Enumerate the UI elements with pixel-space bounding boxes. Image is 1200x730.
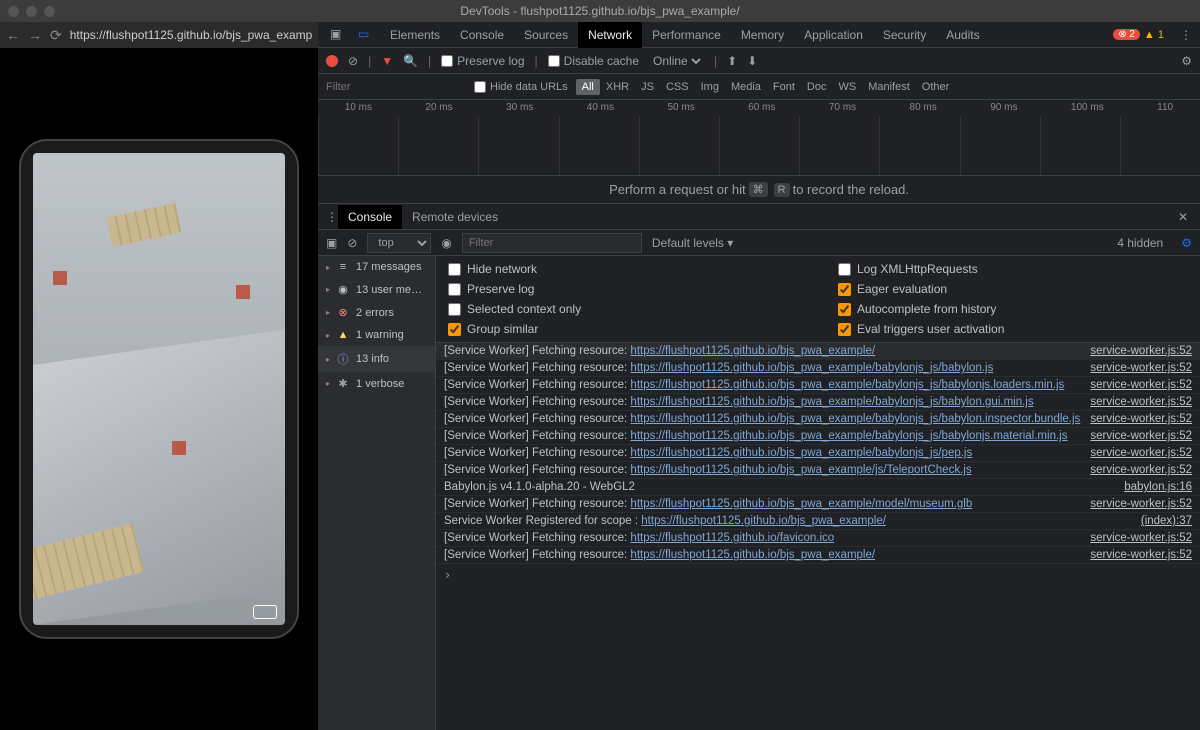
devtools-tabs: ▣ ▭ ElementsConsoleSourcesNetworkPerform…	[318, 22, 1200, 48]
search-icon[interactable]: 🔍	[403, 54, 418, 68]
console-settings-panel: Hide network Log XMLHttpRequests Preserv…	[436, 256, 1200, 343]
log-row[interactable]: [Service Worker] Fetching resource: http…	[436, 411, 1200, 428]
hide-data-urls-checkbox[interactable]: Hide data URLs	[474, 81, 568, 93]
window-controls[interactable]	[8, 6, 55, 17]
autocomplete-checkbox[interactable]: Autocomplete from history	[838, 302, 1188, 316]
more-icon[interactable]: ⋮	[1172, 28, 1200, 42]
filter-type-img[interactable]: Img	[695, 79, 725, 95]
preserve-log-console-checkbox[interactable]: Preserve log	[448, 282, 798, 296]
vr-icon[interactable]	[253, 605, 277, 619]
preserve-log-checkbox[interactable]: Preserve log	[441, 54, 524, 68]
clear-console-icon[interactable]: ⊘	[347, 236, 357, 250]
log-levels-select[interactable]: Default levels ▾	[652, 236, 733, 250]
device-frame	[19, 139, 299, 639]
window-title: DevTools - flushpot1125.github.io/bjs_pw…	[460, 4, 739, 18]
clear-icon[interactable]: ⊘	[348, 54, 358, 68]
filter-type-js[interactable]: JS	[635, 79, 660, 95]
address-bar[interactable]: https://flushpot1125.github.io/bjs_pwa_e…	[70, 28, 312, 42]
sidebar-item[interactable]: ▸◉13 user me…	[318, 278, 435, 301]
context-select[interactable]: top	[367, 233, 431, 253]
tab-performance[interactable]: Performance	[642, 22, 731, 48]
eager-eval-checkbox[interactable]: Eager evaluation	[838, 282, 1188, 296]
filter-type-doc[interactable]: Doc	[801, 79, 833, 95]
log-row[interactable]: [Service Worker] Fetching resource: http…	[436, 394, 1200, 411]
back-icon[interactable]: ←	[6, 27, 20, 43]
log-row[interactable]: [Service Worker] Fetching resource: http…	[436, 462, 1200, 479]
filter-type-manifest[interactable]: Manifest	[862, 79, 916, 95]
log-row[interactable]: [Service Worker] Fetching resource: http…	[436, 377, 1200, 394]
log-row[interactable]: [Service Worker] Fetching resource: http…	[436, 496, 1200, 513]
log-row[interactable]: [Service Worker] Fetching resource: http…	[436, 530, 1200, 547]
filter-type-ws[interactable]: WS	[832, 79, 862, 95]
log-row[interactable]: [Service Worker] Fetching resource: http…	[436, 547, 1200, 564]
group-similar-checkbox[interactable]: Group similar	[448, 322, 798, 336]
tab-console[interactable]: Console	[450, 22, 514, 48]
log-row[interactable]: [Service Worker] Fetching resource: http…	[436, 445, 1200, 462]
reload-icon[interactable]: ⟳	[50, 27, 62, 44]
tab-elements[interactable]: Elements	[380, 22, 450, 48]
settings-icon[interactable]: ⚙	[1181, 54, 1192, 68]
sidebar-item[interactable]: ▸ⓘ13 info	[318, 346, 435, 372]
error-badge[interactable]: ⊗ 2	[1113, 29, 1140, 40]
console-filter-input[interactable]	[462, 233, 642, 253]
drawer-tabs: ⋮ ConsoleRemote devices ✕	[318, 204, 1200, 230]
tab-application[interactable]: Application	[794, 22, 873, 48]
warning-badge[interactable]: ▲ 1	[1144, 29, 1164, 41]
console-toolbar: ▣ ⊘ top ◉ Default levels ▾ 4 hidden ⚙	[318, 230, 1200, 256]
tab-memory[interactable]: Memory	[731, 22, 794, 48]
upload-icon[interactable]: ⬆	[727, 54, 737, 68]
device-toggle-icon[interactable]: ▭	[358, 27, 374, 43]
sidebar-item[interactable]: ▸≡17 messages	[318, 256, 435, 278]
console-settings-icon[interactable]: ⚙	[1181, 236, 1192, 250]
drawer-more-icon[interactable]: ⋮	[326, 210, 338, 224]
sidebar-item[interactable]: ▸▲1 warning	[318, 324, 435, 346]
log-row[interactable]: [Service Worker] Fetching resource: http…	[436, 360, 1200, 377]
filter-toggle-icon[interactable]: ▼	[381, 54, 393, 68]
log-row[interactable]: [Service Worker] Fetching resource: http…	[436, 343, 1200, 360]
sidebar-item[interactable]: ▸✱1 verbose	[318, 372, 435, 395]
forward-icon[interactable]: →	[28, 27, 42, 43]
close-icon[interactable]: ✕	[1174, 210, 1192, 224]
log-row[interactable]: [Service Worker] Fetching resource: http…	[436, 428, 1200, 445]
download-icon[interactable]: ⬇	[747, 54, 757, 68]
timeline[interactable]: 10 ms20 ms30 ms40 ms50 ms60 ms70 ms80 ms…	[318, 100, 1200, 176]
filter-type-media[interactable]: Media	[725, 79, 767, 95]
record-icon[interactable]	[326, 55, 338, 67]
title-bar: DevTools - flushpot1125.github.io/bjs_pw…	[0, 0, 1200, 22]
log-xhr-checkbox[interactable]: Log XMLHttpRequests	[838, 262, 1188, 276]
tab-sources[interactable]: Sources	[514, 22, 578, 48]
live-expr-icon[interactable]: ◉	[441, 236, 451, 250]
empty-state: Perform a request or hit ⌘R to record th…	[318, 176, 1200, 204]
network-toolbar: ⊘ | ▼ 🔍 | Preserve log | Disable cache O…	[318, 48, 1200, 74]
console-prompt[interactable]: ›	[436, 564, 1200, 586]
sidebar-toggle-icon[interactable]: ▣	[326, 236, 337, 250]
log-row[interactable]: Babylon.js v4.1.0-alpha.20 - WebGL2babyl…	[436, 479, 1200, 496]
drawer-tab-console[interactable]: Console	[338, 205, 402, 229]
log-row[interactable]: Service Worker Registered for scope : ht…	[436, 513, 1200, 530]
filter-input[interactable]	[326, 81, 466, 93]
filter-type-all[interactable]: All	[576, 79, 600, 95]
filter-type-font[interactable]: Font	[767, 79, 801, 95]
filter-type-css[interactable]: CSS	[660, 79, 695, 95]
filter-type-other[interactable]: Other	[916, 79, 956, 95]
disable-cache-checkbox[interactable]: Disable cache	[548, 54, 639, 68]
tab-audits[interactable]: Audits	[936, 22, 989, 48]
eval-triggers-checkbox[interactable]: Eval triggers user activation	[838, 322, 1188, 336]
device-preview-panel: ← → ⟳ https://flushpot1125.github.io/bjs…	[0, 22, 318, 730]
browser-bar: ← → ⟳ https://flushpot1125.github.io/bjs…	[0, 22, 318, 48]
selected-context-checkbox[interactable]: Selected context only	[448, 302, 798, 316]
sidebar-item[interactable]: ▸⊗2 errors	[318, 301, 435, 324]
drawer-tab-remote-devices[interactable]: Remote devices	[402, 205, 508, 229]
filter-row: Hide data URLs AllXHRJSCSSImgMediaFontDo…	[318, 74, 1200, 100]
console-log-list: [Service Worker] Fetching resource: http…	[436, 343, 1200, 564]
filter-type-xhr[interactable]: XHR	[600, 79, 635, 95]
hidden-count: 4 hidden	[1117, 236, 1163, 250]
hide-network-checkbox[interactable]: Hide network	[448, 262, 798, 276]
tab-security[interactable]: Security	[873, 22, 936, 48]
tab-network[interactable]: Network	[578, 22, 642, 48]
console-sidebar: ▸≡17 messages▸◉13 user me…▸⊗2 errors▸▲1 …	[318, 256, 436, 730]
inspect-icon[interactable]: ▣	[330, 27, 346, 43]
preview-screen[interactable]	[33, 153, 285, 625]
throttling-select[interactable]: Online	[649, 53, 704, 69]
